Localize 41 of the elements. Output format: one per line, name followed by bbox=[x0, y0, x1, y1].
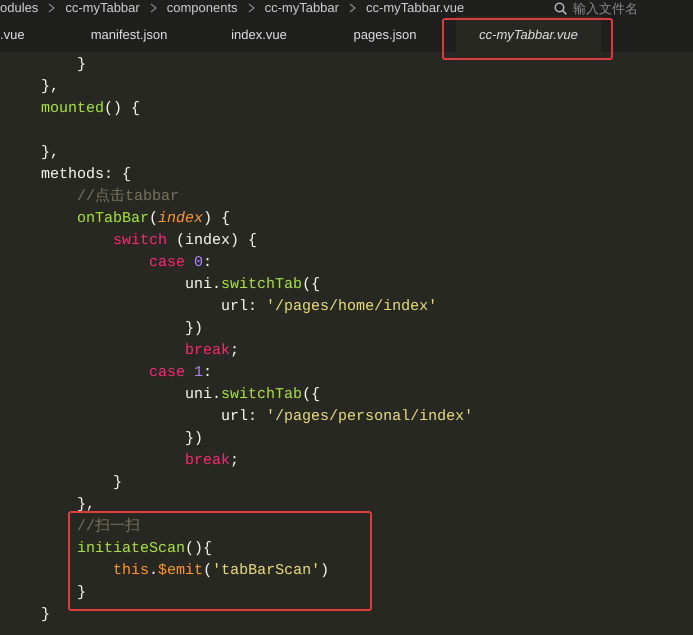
chevron-icon bbox=[150, 3, 157, 13]
code-line: initiateScan(){ bbox=[76, 539, 212, 559]
code-line: }) bbox=[184, 319, 204, 339]
code-line: break; bbox=[184, 341, 240, 361]
file-tab[interactable]: pages.json bbox=[314, 16, 456, 52]
code-line: case 1: bbox=[148, 363, 212, 383]
code-line: uni.switchTab({ bbox=[184, 275, 320, 295]
code-line: } bbox=[112, 473, 122, 493]
breadcrumb-item[interactable]: cc-myTabbar bbox=[264, 0, 339, 16]
code-line: }, bbox=[40, 77, 60, 97]
code-line: uni.switchTab({ bbox=[184, 385, 320, 405]
code-line: this.$emit('tabBarScan') bbox=[112, 561, 330, 581]
breadcrumb-item[interactable]: odules bbox=[0, 0, 38, 16]
breadcrumb-item[interactable]: cc-myTabbar bbox=[65, 0, 140, 16]
code-line: }) bbox=[184, 429, 204, 449]
code-line: url: '/pages/home/index' bbox=[220, 297, 438, 317]
code-line: methods: { bbox=[40, 165, 132, 185]
code-line: }, bbox=[76, 495, 96, 515]
code-line: onTabBar(index) { bbox=[76, 209, 230, 229]
breadcrumb-item[interactable]: cc-myTabbar.vue bbox=[366, 0, 464, 16]
chevron-icon bbox=[48, 3, 56, 13]
search-icon bbox=[554, 2, 567, 14]
file-tab[interactable]: cc-myTabbar.vue bbox=[456, 16, 601, 52]
code-line: url: '/pages/personal/index' bbox=[220, 407, 474, 427]
code-line: //点击tabbar bbox=[76, 186, 180, 207]
code-line: break; bbox=[184, 451, 240, 471]
code-line: mounted() { bbox=[40, 99, 140, 119]
file-tab[interactable]: manifest.json bbox=[54, 16, 204, 52]
code-line: //扫一扫 bbox=[76, 516, 140, 537]
file-search-field[interactable]: 输入文件名 bbox=[573, 0, 653, 16]
code-line: } bbox=[76, 55, 86, 75]
code-line: }, bbox=[40, 143, 60, 163]
code-line: } bbox=[40, 605, 50, 625]
code-line: switch (index) { bbox=[112, 231, 258, 251]
file-tab[interactable]: .vue bbox=[0, 16, 54, 52]
breadcrumb-item[interactable]: components bbox=[166, 0, 238, 16]
code-line: case 0: bbox=[148, 253, 212, 273]
code-line: } bbox=[76, 583, 86, 603]
chevron-icon bbox=[348, 3, 356, 13]
file-tab[interactable]: index.vue bbox=[204, 16, 314, 52]
chevron-icon bbox=[248, 3, 255, 13]
